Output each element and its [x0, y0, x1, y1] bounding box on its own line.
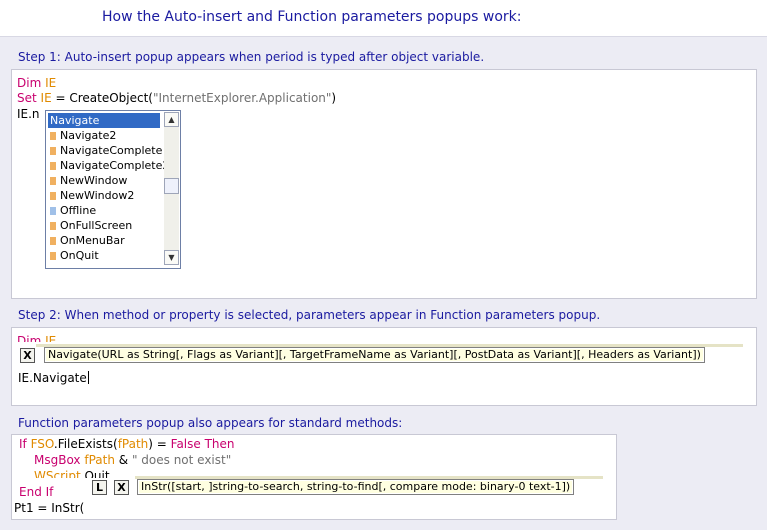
scroll-down-icon[interactable]: ▼	[164, 250, 179, 265]
step3-line5: Pt1 = InStr(	[14, 501, 85, 515]
step2-label: Step 2: When method or property is selec…	[18, 308, 601, 322]
autocomplete-item[interactable]: NavigateComplete2	[48, 158, 169, 173]
method-icon	[50, 147, 56, 155]
step3-line3: WScript.Quit	[34, 469, 110, 478]
method-icon	[50, 192, 56, 200]
method-icon	[50, 162, 56, 170]
autocomplete-item[interactable]: Navigate2	[48, 128, 160, 143]
step1-line2: Set IE = CreateObject("InternetExplorer.…	[17, 91, 336, 106]
step1-line3: IE.n	[17, 107, 40, 121]
variable: IE	[40, 91, 52, 105]
step2-editor[interactable]	[11, 327, 757, 406]
scroll-up-icon[interactable]: ▲	[164, 112, 179, 127]
step3-label: Function parameters popup also appears f…	[18, 416, 403, 430]
autocomplete-item[interactable]: Offline	[48, 203, 160, 218]
close-icon[interactable]: X	[114, 480, 129, 495]
code-text: = CreateObject(	[51, 91, 153, 105]
method-icon	[50, 237, 56, 245]
l-button[interactable]: L	[92, 480, 107, 495]
autocomplete-popup[interactable]: Navigate Navigate2 NavigateComplete Navi…	[45, 110, 181, 269]
scrollbar-thumb[interactable]	[164, 178, 179, 194]
keyword: Dim	[17, 76, 42, 90]
autocomplete-item[interactable]: NavigateComplete	[48, 143, 162, 158]
method-icon	[50, 222, 56, 230]
autocomplete-item[interactable]: OnMenuBar	[48, 233, 160, 248]
method-icon	[50, 177, 56, 185]
method-icon	[50, 132, 56, 140]
variable: IE	[45, 76, 57, 90]
string-literal: "InternetExplorer.Application"	[153, 91, 332, 105]
step3-line2: MsgBox fPath & " does not exist"	[34, 453, 232, 467]
text-caret	[87, 371, 89, 384]
autocomplete-item[interactable]: NewWindow	[48, 173, 160, 188]
step3-line4: End If	[19, 485, 54, 499]
autocomplete-scrollbar[interactable]: ▲ ▼	[164, 112, 179, 265]
step1-label: Step 1: Auto-insert popup appears when p…	[18, 50, 485, 64]
step2-line2: IE.Navigate	[18, 371, 89, 385]
method-icon	[50, 252, 56, 260]
function-parameters-tooltip: InStr([start, ]string-to-search, string-…	[137, 479, 575, 495]
step2-line1: Dim IE	[17, 334, 57, 342]
code-text: )	[331, 91, 337, 105]
autocomplete-item[interactable]: OnQuit	[48, 248, 160, 263]
close-icon[interactable]: X	[20, 348, 35, 363]
autocomplete-item[interactable]: NewWindow2	[48, 188, 160, 203]
step1-line1: Dim IE	[17, 76, 56, 91]
step3-line1: If FSO.FileExists(fPath) = False Then	[19, 437, 235, 451]
autocomplete-selected-item[interactable]: Navigate	[48, 113, 160, 128]
page-title: How the Auto-insert and Function paramet…	[102, 9, 522, 25]
keyword: Set	[17, 91, 37, 105]
property-icon	[50, 207, 56, 215]
autocomplete-item[interactable]: OnFullScreen	[48, 218, 160, 233]
function-parameters-tooltip: Navigate(URL as String[, Flags as Varian…	[44, 347, 705, 363]
